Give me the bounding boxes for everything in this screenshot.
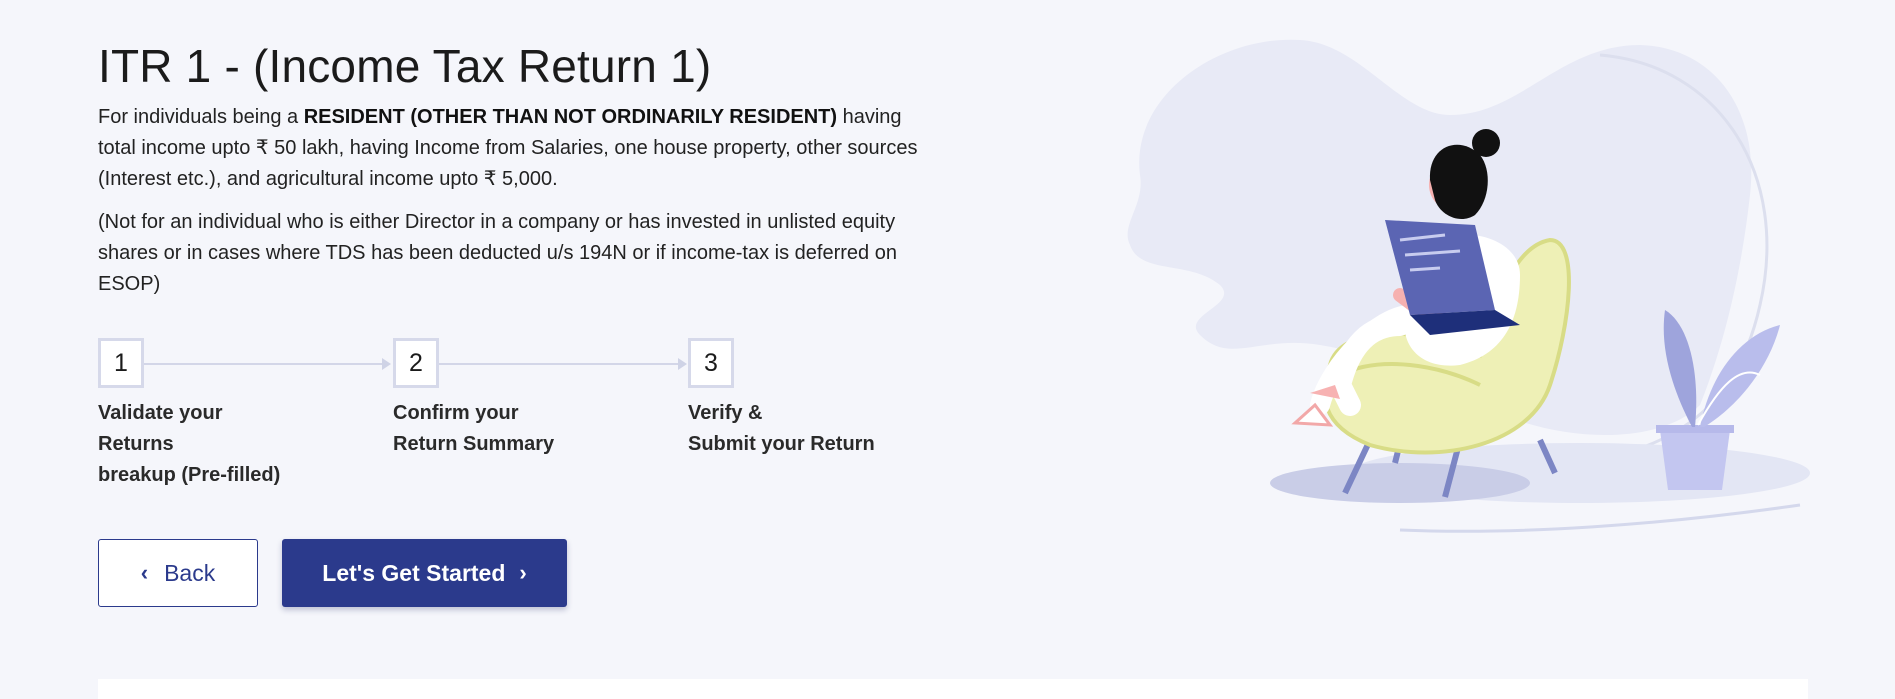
arrow-right-icon — [678, 358, 687, 370]
step-2: 2 Confirm your Return Summary — [393, 338, 633, 460]
step-label-line: Verify & — [688, 402, 763, 424]
step-3: 3 Verify & Submit your Return — [688, 338, 928, 460]
woman-with-laptop-illustration — [1100, 25, 1820, 545]
step-label-line: breakup (Pre-filled) — [98, 464, 281, 486]
step-label: Validate your Returns breakup (Pre-fille… — [98, 398, 338, 491]
step-label-line: Confirm your — [393, 402, 519, 424]
step-number: 3 — [688, 338, 734, 388]
chevron-right-icon: › — [519, 560, 527, 585]
page-title: ITR 1 - (Income Tax Return 1) — [98, 40, 712, 92]
step-label-line: Submit your Return — [688, 433, 875, 455]
step-label-line: Return Summary — [393, 433, 555, 455]
step-number: 2 — [393, 338, 439, 388]
step-1: 1 Validate your Returns breakup (Pre-fil… — [98, 338, 338, 491]
get-started-button[interactable]: Let's Get Started › — [282, 539, 567, 607]
step-label-line: Returns — [98, 433, 174, 455]
step-number: 1 — [98, 338, 144, 388]
description-prefix: For individuals being a — [98, 106, 304, 128]
content-card-edge — [98, 679, 1808, 699]
arrow-right-icon — [382, 358, 391, 370]
step-label: Verify & Submit your Return — [688, 398, 928, 460]
chevron-left-icon: ‹ — [140, 560, 149, 585]
step-label: Confirm your Return Summary — [393, 398, 633, 460]
itr-intro-section: ITR 1 - (Income Tax Return 1) For indivi… — [98, 40, 918, 503]
steps-progress: 1 Validate your Returns breakup (Pre-fil… — [98, 338, 918, 503]
step-label-line: Validate your — [98, 402, 223, 424]
back-button-label: Back — [164, 559, 216, 586]
action-buttons: ‹ Back Let's Get Started › — [98, 539, 567, 607]
eligibility-note: (Not for an individual who is either Dir… — [98, 211, 897, 295]
get-started-button-label: Let's Get Started — [322, 559, 506, 586]
form-description: For individuals being a RESIDENT (OTHER … — [98, 102, 918, 195]
back-button[interactable]: ‹ Back — [98, 539, 258, 607]
description-bold: RESIDENT (OTHER THAN NOT ORDINARILY RESI… — [303, 106, 838, 128]
